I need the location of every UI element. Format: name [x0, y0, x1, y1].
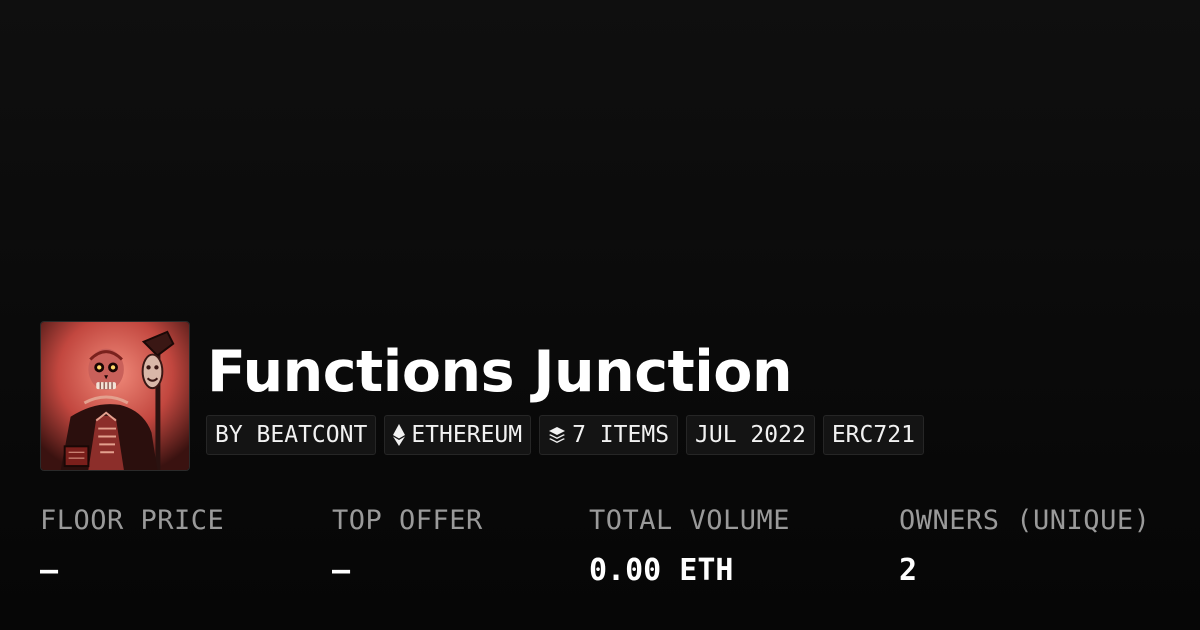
token-standard-label: ERC721	[831, 422, 915, 448]
stat-total-volume-label: TOTAL VOLUME	[589, 505, 791, 536]
collection-title: Functions Junction	[207, 339, 793, 405]
ethereum-icon	[393, 424, 406, 446]
stat-total-volume: TOTAL VOLUME 0.00 ETH	[589, 503, 790, 589]
stat-top-offer: TOP OFFER –	[332, 503, 483, 589]
collection-card: Functions Junction BY BEATCONT ETHEREUM	[0, 0, 1200, 630]
date-badge: JUL 2022	[686, 415, 815, 455]
stat-floor-price-label: FLOOR PRICE	[40, 505, 225, 536]
creator-badge[interactable]: BY BEATCONT	[206, 415, 377, 455]
layers-icon	[548, 426, 566, 444]
stat-owners-label: OWNERS (UNIQUE)	[899, 505, 1151, 536]
skeleton-artwork-image	[41, 322, 189, 470]
stat-floor-price: FLOOR PRICE –	[40, 503, 224, 589]
collection-thumbnail	[40, 321, 190, 471]
creator-badge-label: BY BEATCONT	[215, 422, 368, 448]
stat-top-offer-value: –	[332, 553, 351, 588]
token-standard-badge: ERC721	[822, 415, 924, 455]
items-badge-label: 7 ITEMS	[572, 422, 670, 448]
items-badge[interactable]: 7 ITEMS	[539, 415, 679, 455]
stat-owners: OWNERS (UNIQUE) 2	[899, 503, 1150, 589]
chain-badge-label: ETHEREUM	[411, 422, 523, 448]
stat-top-offer-label: TOP OFFER	[332, 505, 483, 536]
date-badge-label: JUL 2022	[695, 422, 806, 448]
collection-badges: BY BEATCONT ETHEREUM 7 ITEMS JUL 2022 ER…	[206, 415, 924, 455]
stat-floor-price-value: –	[40, 553, 59, 588]
stat-owners-value: 2	[899, 553, 918, 588]
stat-total-volume-value: 0.00 ETH	[589, 553, 734, 588]
chain-badge[interactable]: ETHEREUM	[384, 415, 532, 455]
